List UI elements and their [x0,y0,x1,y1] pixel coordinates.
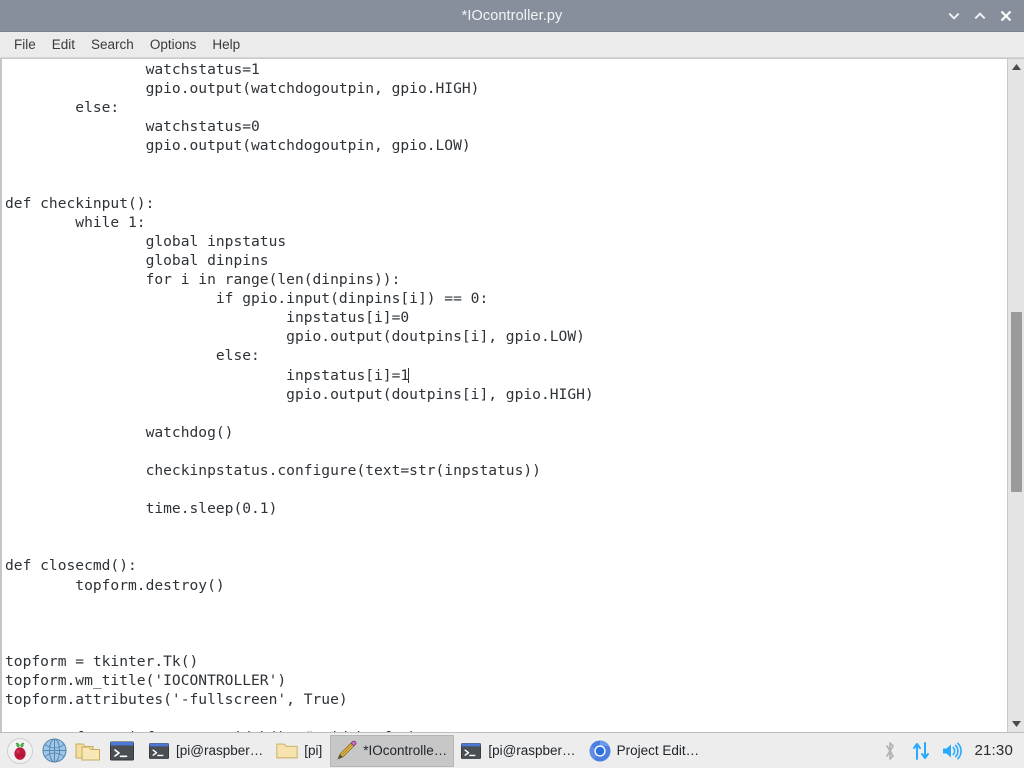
scrollbar-track[interactable] [1008,75,1024,716]
terminal-icon [110,741,134,760]
terminal-icon [459,739,483,763]
bluetooth-icon [886,741,895,760]
taskbar-launchers [2,735,138,767]
launcher-raspberry-menu[interactable] [4,735,36,767]
raspberry-menu-icon [7,737,33,764]
taskbar-clock[interactable]: 21:30 [972,742,1013,759]
volume-icon [943,742,963,759]
globe-icon [41,738,67,763]
close-button[interactable] [994,3,1018,29]
code-text-area[interactable]: watchstatus=1 gpio.output(watchdogoutpin… [0,59,1007,732]
pencil-icon [334,739,358,763]
taskbar-window-label: Project Edit… [616,743,700,758]
chevron-down-icon [948,12,960,20]
taskbar-window-label: *IOcontrolle… [363,743,448,758]
folder-icon [275,739,299,763]
text-caret [408,367,410,383]
menu-file[interactable]: File [6,34,44,55]
taskbar: [pi@raspber… [pi] *IOcontrolle… [pi@rasp… [0,732,1024,768]
chevron-up-icon [974,12,986,20]
taskbar-window-chromium[interactable]: Project Edit… [584,735,707,767]
menu-help[interactable]: Help [204,34,248,55]
chromium-icon [588,739,612,763]
taskbar-window-label: [pi] [304,743,323,758]
taskbar-window-iocontroller[interactable]: *IOcontrolle… [330,734,455,767]
close-icon [1000,10,1012,22]
window-controls [942,0,1018,32]
menu-edit[interactable]: Edit [44,34,83,55]
launcher-terminal[interactable] [106,735,138,767]
taskbar-window-label: [pi@raspber… [488,743,576,758]
folder-icon [75,743,100,760]
source-code[interactable]: watchstatus=1 gpio.output(watchdogoutpin… [4,59,1007,732]
menu-search[interactable]: Search [83,34,142,55]
window-title: *IOcontroller.py [461,7,563,24]
menubar: File Edit Search Options Help [0,32,1024,58]
triangle-up-icon [1011,64,1021,70]
scroll-down-button[interactable] [1007,716,1024,732]
network-tray-button[interactable] [910,738,932,764]
taskbar-window-terminal-2[interactable]: [pi@raspber… [455,735,582,767]
taskbar-window-terminal-1[interactable]: [pi@raspber… [143,735,270,767]
menu-options[interactable]: Options [142,34,205,55]
desktop-screen: *IOcontroller.py File Edit Search Option… [0,0,1024,768]
taskbar-window-filemanager[interactable]: [pi] [271,735,329,767]
launcher-web-browser[interactable] [38,735,70,767]
terminal-icon [147,739,171,763]
network-icon [913,741,930,760]
scrollbar-thumb[interactable] [1010,312,1022,492]
system-tray: 21:30 [873,738,1022,764]
launcher-file-manager[interactable] [72,735,104,767]
minimize-button[interactable] [942,3,966,29]
maximize-button[interactable] [968,3,992,29]
code-after-caret: gpio.output(doutpins[i], gpio.HIGH) watc… [5,385,594,732]
editor-area: watchstatus=1 gpio.output(watchdogoutpin… [0,58,1024,732]
scroll-up-button[interactable] [1007,59,1024,75]
volume-tray-button[interactable] [941,738,963,764]
taskbar-window-list: [pi@raspber… [pi] *IOcontrolle… [pi@rasp… [143,734,873,767]
bluetooth-tray-button[interactable] [879,738,901,764]
vertical-scrollbar[interactable] [1007,59,1024,732]
triangle-down-icon [1011,721,1021,727]
taskbar-window-label: [pi@raspber… [176,743,264,758]
code-before-caret: watchstatus=1 gpio.output(watchdogoutpin… [5,61,585,384]
window-titlebar[interactable]: *IOcontroller.py [0,0,1024,32]
